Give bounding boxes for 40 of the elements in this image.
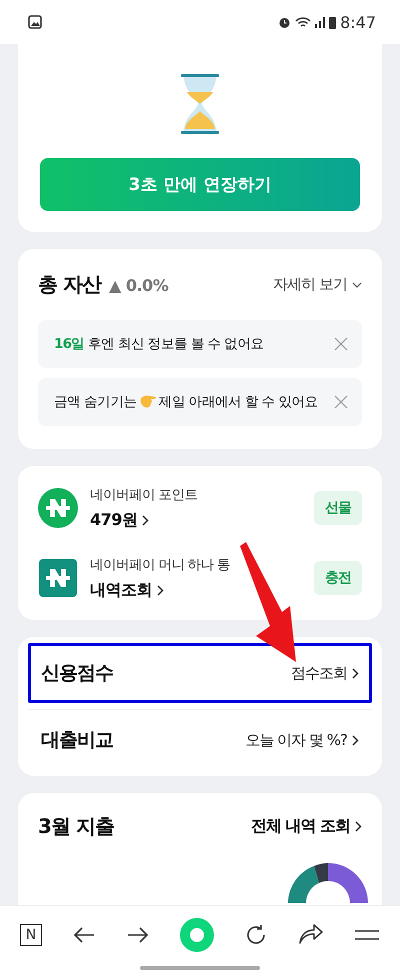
account-name: 네이버페이 포인트 bbox=[90, 486, 198, 504]
change-rate: ▲ 0.0% bbox=[108, 276, 168, 295]
chevron-icon bbox=[157, 584, 164, 596]
menu-link[interactable]: 오늘 이자 몇 %? bbox=[245, 730, 359, 750]
section-title: 총 자산 bbox=[38, 271, 101, 298]
menu-title: 대출비교 bbox=[41, 728, 113, 753]
share-icon[interactable] bbox=[298, 924, 324, 946]
balance-link[interactable]: 479원 bbox=[90, 510, 314, 530]
menu-title: 신용점수 bbox=[41, 661, 113, 686]
back-icon[interactable] bbox=[72, 926, 96, 944]
menu-icon[interactable] bbox=[354, 928, 380, 942]
alarm-icon bbox=[278, 16, 292, 28]
pay-logo-icon bbox=[38, 488, 78, 528]
pay-logo-icon bbox=[38, 558, 78, 598]
chevron-icon bbox=[352, 734, 359, 746]
detail-link[interactable]: 자세히 보기 bbox=[273, 275, 362, 294]
all-history-link[interactable]: 전체 내역 조회 bbox=[250, 816, 362, 837]
chevron-down-icon bbox=[352, 282, 362, 288]
battery-icon bbox=[329, 16, 336, 28]
home-button[interactable]: N bbox=[20, 924, 42, 946]
close-icon[interactable] bbox=[334, 395, 348, 409]
account-name: 네이버페이 머니 하나 통 bbox=[90, 556, 231, 574]
gallery-icon bbox=[28, 15, 42, 29]
chevron-icon bbox=[355, 821, 362, 832]
notice-text: 금액 숨기기는 bbox=[54, 393, 137, 411]
section-title: 3월 지출 bbox=[38, 813, 114, 840]
chevron-icon bbox=[142, 514, 150, 526]
pointing-hand-icon bbox=[138, 394, 157, 410]
menu-link[interactable]: 점수조회 bbox=[291, 664, 359, 682]
close-icon[interactable] bbox=[334, 337, 348, 351]
signal-icon bbox=[315, 16, 326, 28]
balance-link[interactable]: 내역조회 bbox=[90, 580, 314, 600]
notice-text: 제일 아래에서 할 수 있어요 bbox=[158, 393, 318, 411]
forward-icon[interactable] bbox=[126, 926, 150, 944]
wifi-icon bbox=[295, 16, 312, 28]
notice-text: 16일 후엔 최신 정보를 볼 수 없어요 bbox=[54, 335, 264, 353]
hourglass-icon bbox=[180, 74, 220, 134]
clock-time: 8:47 bbox=[340, 12, 376, 32]
refresh-icon[interactable] bbox=[244, 923, 268, 947]
chevron-icon bbox=[352, 668, 359, 678]
